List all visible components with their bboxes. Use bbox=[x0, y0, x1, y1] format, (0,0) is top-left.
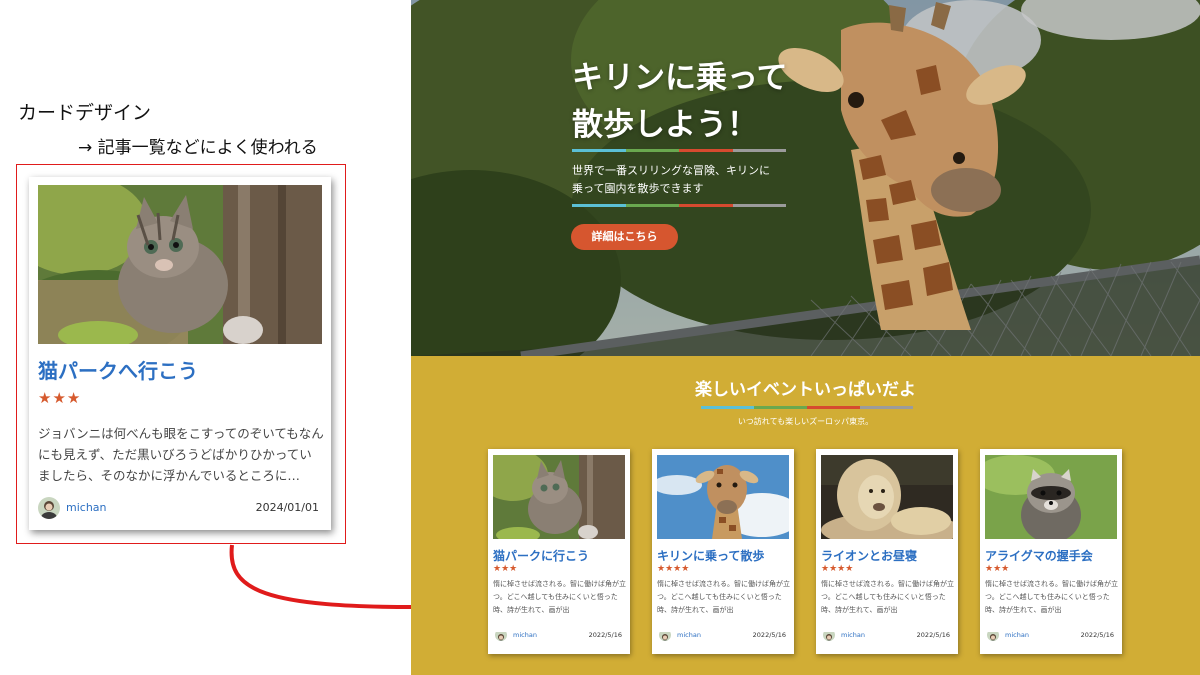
rating-stars: ★★★★ bbox=[821, 564, 854, 574]
card-title[interactable]: キリンに乗って散歩 bbox=[657, 547, 764, 564]
card-title[interactable]: ライオンとお昼寝 bbox=[821, 547, 917, 564]
section-title: 楽しいイベントいっぱいだよ bbox=[695, 380, 916, 400]
card-title[interactable]: アライグマの握手会 bbox=[985, 547, 1093, 564]
avatar bbox=[823, 629, 835, 641]
card-title[interactable]: 猫パークに行こう bbox=[493, 547, 589, 564]
rating-stars: ★★★★ bbox=[657, 564, 690, 574]
rating-stars: ★★★ bbox=[493, 564, 518, 574]
hero-title: キリンに乗って 散歩しよう！ bbox=[572, 60, 788, 143]
decor-stripe bbox=[701, 406, 913, 409]
post-date: 2022/5/16 bbox=[752, 631, 786, 639]
card-excerpt: 惰に棹させば流される。智に働けば角が立つ。どこへ越しても住みにくいと悟った時、詩… bbox=[493, 580, 626, 614]
author-name[interactable]: michan bbox=[513, 631, 537, 639]
hero-section: キリンに乗って 散歩しよう！ 世界で一番スリリングな冒険、キリンに 乗って園内を… bbox=[411, 0, 1200, 356]
avatar bbox=[38, 497, 60, 519]
giraffe-photo bbox=[411, 0, 1200, 356]
avatar bbox=[987, 629, 999, 641]
giraffe-photo bbox=[657, 455, 789, 539]
site-mockup: キリンに乗って 散歩しよう！ 世界で一番スリリングな冒険、キリンに 乗って園内を… bbox=[411, 0, 1200, 675]
event-section: 楽しいイベントいっぱいだよ いつ訪れても楽しいズーロッパ東京。 猫パークに行こう… bbox=[411, 356, 1200, 675]
card-excerpt: ジョバンニは何べんも眼をこすってのぞいてもなんにも見えず、ただ黒いびろうどばかり… bbox=[38, 426, 324, 483]
decor-stripe bbox=[572, 149, 786, 152]
raccoon-photo bbox=[985, 455, 1117, 539]
kitten-photo bbox=[38, 185, 322, 344]
author-name[interactable]: michan bbox=[66, 501, 107, 514]
author-name[interactable]: michan bbox=[1005, 631, 1029, 639]
avatar bbox=[659, 629, 671, 641]
card-excerpt: 惰に棹させば流される。智に働けば角が立つ。どこへ越しても住みにくいと悟った時、詩… bbox=[657, 580, 790, 614]
section-subtitle: いつ訪れても楽しいズーロッパ東京。 bbox=[737, 417, 874, 426]
example-card[interactable]: 猫パークへ行こう ★★★ ジョバンニは何べんも眼をこすってのぞいてもなんにも見え… bbox=[29, 177, 331, 530]
decor-stripe bbox=[572, 204, 786, 207]
avatar bbox=[495, 629, 507, 641]
annotation-subtitle: → 記事一覧などによく使われる bbox=[78, 138, 318, 158]
event-card[interactable]: アライグマの握手会 ★★★ 惰に棹させば流される。智に働けば角が立つ。どこへ越し… bbox=[980, 449, 1122, 654]
kitten-photo bbox=[493, 455, 625, 539]
author-name[interactable]: michan bbox=[841, 631, 865, 639]
card-title[interactable]: 猫パークへ行こう bbox=[38, 355, 198, 384]
event-card[interactable]: キリンに乗って散歩 ★★★★ 惰に棹させば流される。智に働けば角が立つ。どこへ越… bbox=[652, 449, 794, 654]
event-card[interactable]: 猫パークに行こう ★★★ 惰に棹させば流される。智に働けば角が立つ。どこへ越して… bbox=[488, 449, 630, 654]
post-date: 2022/5/16 bbox=[1080, 631, 1114, 639]
annotation-title: カードデザイン bbox=[18, 102, 152, 124]
post-date: 2022/5/16 bbox=[916, 631, 950, 639]
rating-stars: ★★★ bbox=[985, 564, 1010, 574]
card-excerpt: 惰に棹させば流される。智に働けば角が立つ。どこへ越しても住みにくいと悟った時、詩… bbox=[821, 580, 954, 614]
rating-stars: ★★★ bbox=[38, 389, 82, 407]
author-name[interactable]: michan bbox=[677, 631, 701, 639]
card-excerpt: 惰に棹させば流される。智に働けば角が立つ。どこへ越しても住みにくいと悟った時、詩… bbox=[985, 580, 1118, 614]
details-button[interactable]: 詳細はこちら bbox=[571, 224, 678, 250]
post-date: 2024/01/01 bbox=[255, 501, 319, 514]
lion-photo bbox=[821, 455, 953, 539]
post-date: 2022/5/16 bbox=[588, 631, 622, 639]
event-card[interactable]: ライオンとお昼寝 ★★★★ 惰に棹させば流される。智に働けば角が立つ。どこへ越し… bbox=[816, 449, 958, 654]
hero-description: 世界で一番スリリングな冒険、キリンに 乗って園内を散歩できます bbox=[572, 164, 770, 195]
